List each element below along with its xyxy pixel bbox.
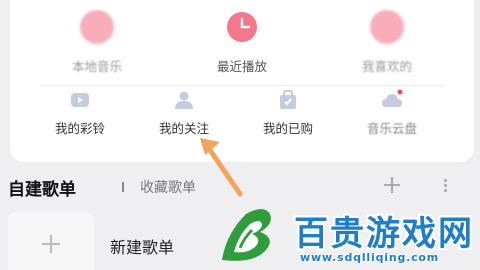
music-note-icon — [80, 10, 114, 44]
quick-access-label: 我喜欢的 — [361, 59, 412, 74]
quick-access-label: 最近播放 — [216, 59, 267, 74]
shortcut-cloud-drive[interactable]: 音乐云盘 — [340, 88, 444, 150]
shopping-bag-icon — [276, 88, 300, 112]
more-options-button[interactable] — [438, 177, 452, 195]
shortcut-label: 我的已购 — [262, 121, 313, 136]
clock-icon — [225, 10, 259, 44]
tab-my-playlists[interactable]: 自建歌单 — [8, 175, 76, 200]
watermark-logo — [222, 209, 271, 261]
cloud-icon — [380, 88, 404, 112]
add-playlist-button[interactable] — [380, 173, 404, 197]
shortcut-purchased[interactable]: 我的已购 — [236, 88, 340, 150]
quick-access-local-music[interactable]: 本地音乐 — [20, 4, 174, 84]
person-icon — [172, 88, 196, 112]
plus-icon — [50, 235, 52, 253]
quick-access-row: 本地音乐 最近播放 我喜欢的 — [10, 4, 474, 84]
quick-access-label: 本地音乐 — [71, 59, 122, 74]
quick-access-recent-play[interactable]: 最近播放 — [165, 4, 319, 84]
shortcut-label: 我的彩铃 — [54, 121, 105, 136]
dot-icon — [443, 179, 447, 182]
watermark-title: 百贵游戏网 — [294, 214, 474, 254]
new-playlist-label[interactable]: 新建歌单 — [110, 234, 174, 258]
watermark-url: www.sdqlliqing.com — [300, 251, 440, 264]
tab-separator — [122, 182, 124, 192]
heart-icon — [370, 10, 404, 44]
quick-access-liked[interactable]: 我喜欢的 — [310, 4, 464, 84]
ringtone-icon — [68, 88, 92, 112]
shortcut-label: 音乐云盘 — [366, 121, 417, 136]
plus-icon — [384, 177, 400, 193]
dot-icon — [443, 184, 447, 187]
divider — [40, 85, 444, 86]
arrow-indicator-icon — [200, 138, 243, 197]
new-playlist-thumbnail[interactable] — [8, 212, 94, 270]
tab-collected-playlists[interactable]: 收藏歌单 — [140, 177, 196, 197]
shortcut-ringtone[interactable]: 我的彩铃 — [28, 88, 132, 150]
dot-icon — [443, 189, 447, 192]
